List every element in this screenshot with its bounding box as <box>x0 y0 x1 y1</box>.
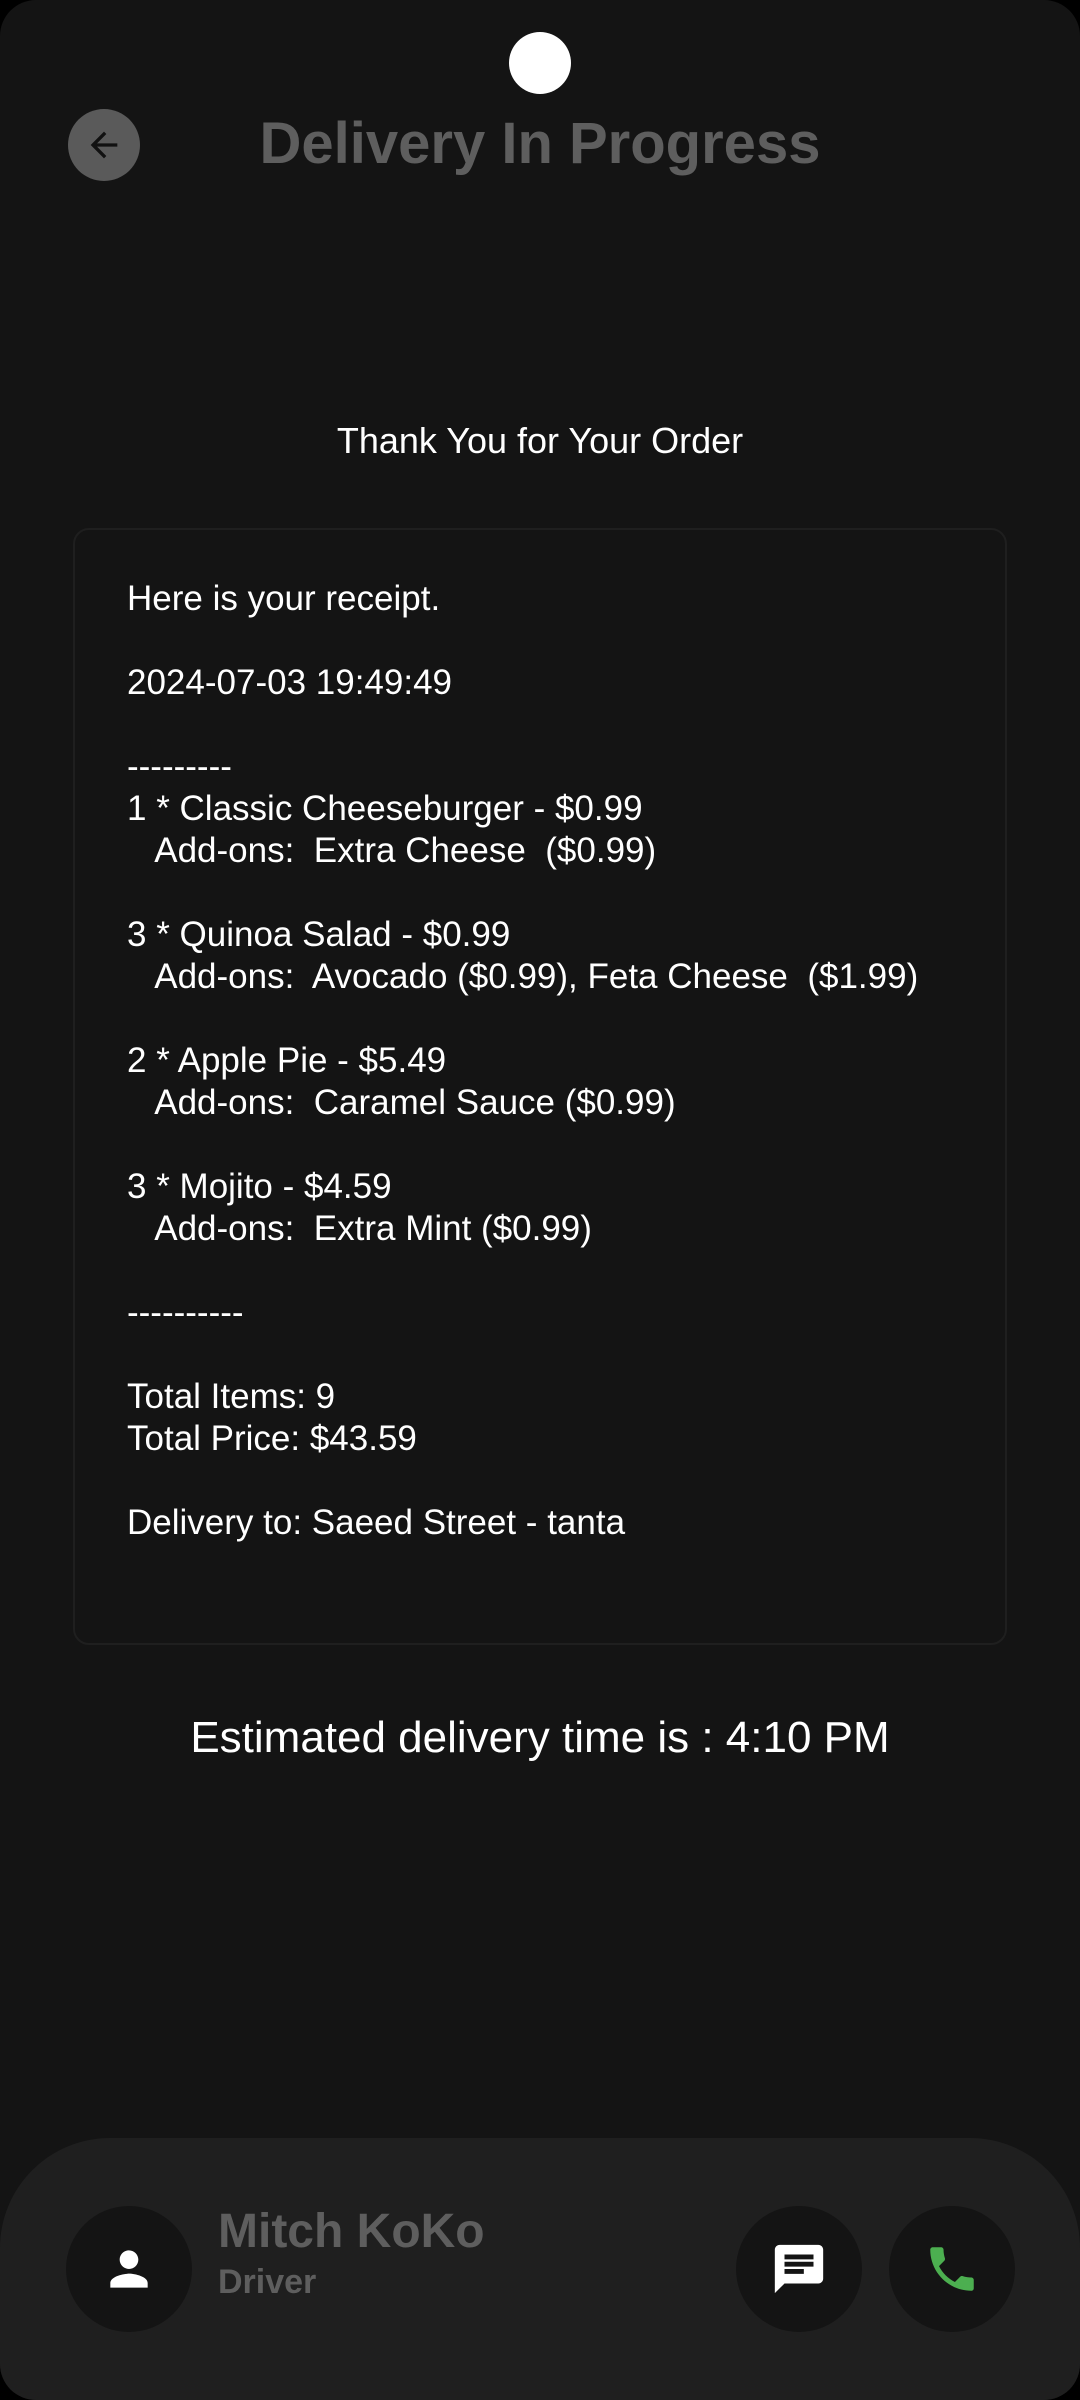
thank-you-heading: Thank You for Your Order <box>336 420 744 461</box>
message-driver-button[interactable] <box>736 2206 862 2332</box>
call-driver-button[interactable] <box>889 2206 1015 2332</box>
receipt-text: Here is your receipt. 2024-07-03 19:49:4… <box>127 579 919 1542</box>
chat-icon <box>774 2244 824 2294</box>
page-title: Delivery In Progress <box>259 111 821 176</box>
delivery-screen: Delivery In Progress Thank You for Your … <box>0 0 1080 2400</box>
driver-panel: Mitch KoKo Driver <box>0 2138 1080 2400</box>
driver-name: Mitch KoKo <box>218 2205 485 2258</box>
person-icon <box>110 2250 148 2288</box>
front-camera <box>509 32 571 94</box>
driver-avatar <box>66 2206 192 2332</box>
phone-icon <box>930 2247 974 2291</box>
driver-role: Driver <box>218 2263 317 2301</box>
estimated-delivery-time: Estimated delivery time is : 4:10 PM <box>190 1713 890 1762</box>
receipt-card: Here is your receipt. 2024-07-03 19:49:4… <box>73 528 1007 1645</box>
